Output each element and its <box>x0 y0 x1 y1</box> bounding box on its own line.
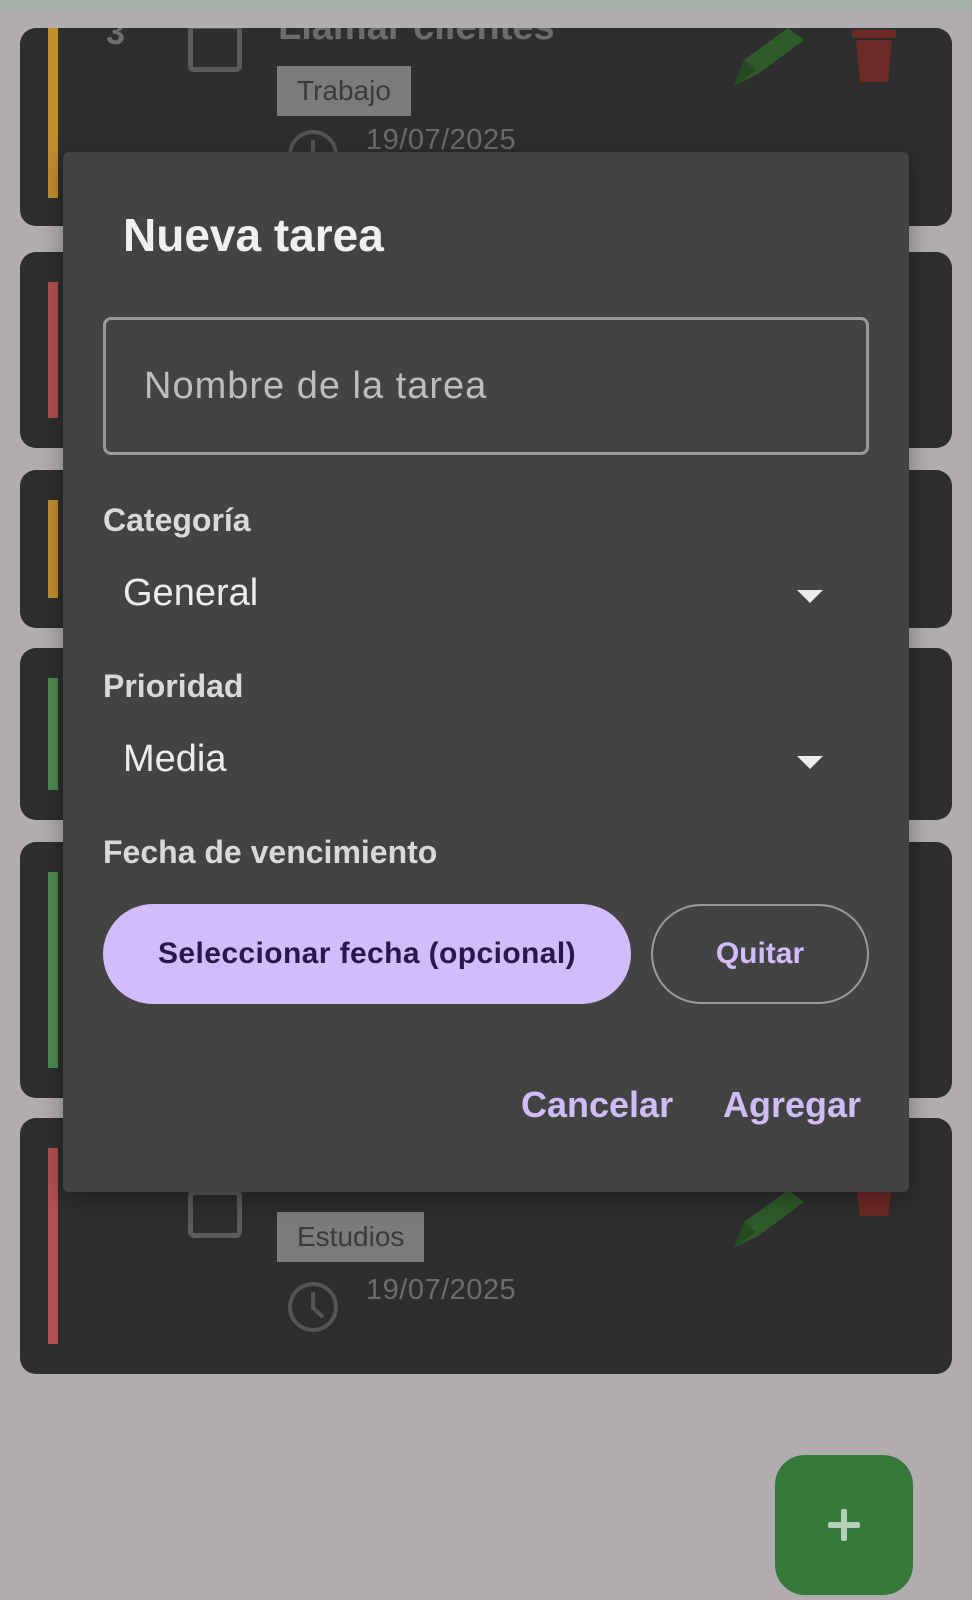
dropdown-arrow-icon <box>797 590 823 603</box>
task-title: Llamar clientes <box>278 28 555 49</box>
category-label: Categoría <box>103 502 251 538</box>
category-chip: Estudios <box>277 1212 425 1262</box>
priority-indicator <box>48 678 58 790</box>
add-button[interactable]: Agregar <box>723 1084 861 1126</box>
category-chip: Trabajo <box>277 66 411 116</box>
priority-value: Media <box>123 738 227 780</box>
dropdown-arrow-icon <box>797 756 823 769</box>
remove-date-button[interactable]: Quitar <box>651 904 869 1004</box>
priority-indicator <box>48 872 58 1068</box>
task-checkbox[interactable] <box>188 28 242 72</box>
task-number: 3 <box>106 28 125 52</box>
due-date-label: Fecha de vencimiento <box>103 834 438 870</box>
dialog-title: Nueva tarea <box>123 209 384 261</box>
cancel-button[interactable]: Cancelar <box>521 1084 673 1126</box>
add-task-fab[interactable] <box>775 1455 913 1595</box>
priority-indicator <box>48 1148 58 1344</box>
priority-indicator <box>48 500 58 598</box>
pencil-icon[interactable] <box>726 28 806 96</box>
status-bar-strip <box>0 0 972 10</box>
priority-select[interactable]: Media <box>103 728 869 800</box>
task-due-date: 19/07/2025 <box>366 1274 517 1306</box>
category-value: General <box>123 572 259 614</box>
priority-indicator <box>48 282 58 418</box>
trash-icon[interactable] <box>850 28 898 84</box>
category-select[interactable]: General <box>103 562 869 634</box>
trash-icon[interactable] <box>850 1184 898 1240</box>
clock-icon <box>288 1282 338 1332</box>
plus-icon <box>828 1509 860 1541</box>
task-checkbox[interactable] <box>188 1190 242 1238</box>
task-name-input[interactable] <box>103 317 869 455</box>
pencil-icon[interactable] <box>726 1188 806 1258</box>
select-date-button[interactable]: Seleccionar fecha (opcional) <box>103 904 631 1004</box>
priority-label: Prioridad <box>103 668 244 704</box>
priority-indicator <box>48 28 58 198</box>
new-task-dialog: Nueva tarea Categoría General Prioridad … <box>63 152 909 1192</box>
